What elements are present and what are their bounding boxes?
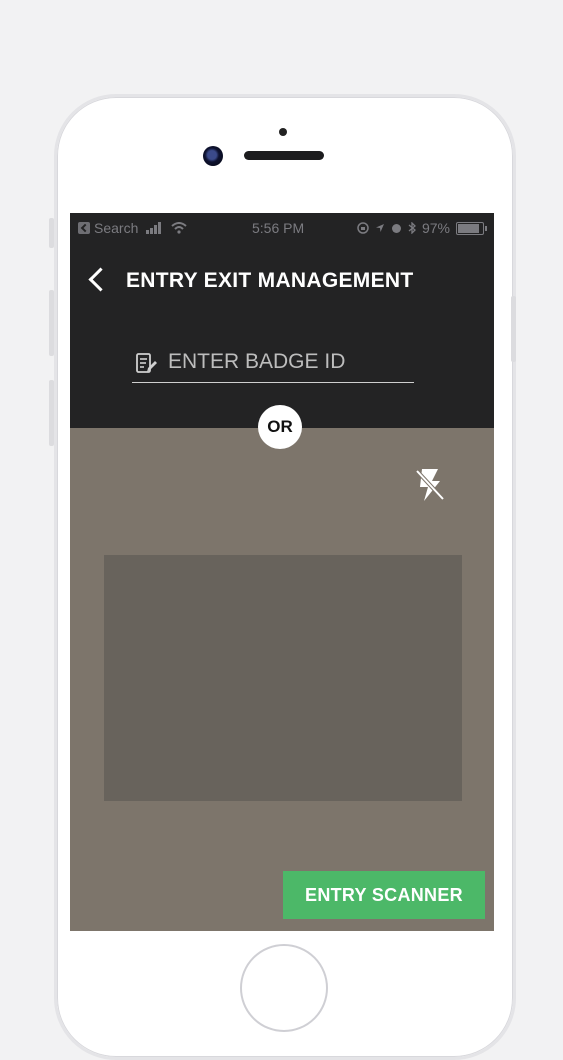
status-time: 5:56 PM bbox=[252, 220, 305, 236]
edit-note-icon bbox=[136, 353, 157, 373]
flash-off-icon[interactable] bbox=[414, 467, 446, 503]
nav-bar: ENTRY EXIT MANAGEMENT bbox=[70, 261, 494, 303]
home-button[interactable] bbox=[240, 944, 328, 1032]
battery-percent: 97% bbox=[421, 220, 450, 236]
scan-viewfinder bbox=[104, 555, 462, 801]
location-icon bbox=[375, 224, 384, 232]
status-bar: Search 5:56 PM 97% bbox=[70, 213, 494, 243]
screen-lock-icon bbox=[357, 222, 369, 234]
chevron-left-icon[interactable] bbox=[88, 267, 113, 292]
header-panel: Search 5:56 PM 97% ENTRY EXIT MANAGEMENT… bbox=[70, 213, 494, 428]
badge-id-input[interactable] bbox=[168, 346, 408, 378]
badge-id-field[interactable] bbox=[132, 346, 414, 383]
front-camera bbox=[203, 146, 223, 166]
side-button bbox=[49, 218, 54, 248]
page-title: ENTRY EXIT MANAGEMENT bbox=[126, 269, 414, 292]
alarm-icon bbox=[391, 223, 401, 233]
battery-icon bbox=[456, 221, 487, 235]
proximity-sensor bbox=[279, 128, 287, 136]
app-screen: Search 5:56 PM 97% ENTRY EXIT MANAGEMENT… bbox=[70, 213, 494, 931]
earpiece-speaker bbox=[244, 151, 324, 160]
or-separator: OR bbox=[258, 405, 302, 449]
back-to-app-label[interactable]: Search bbox=[94, 213, 138, 243]
wifi-icon bbox=[171, 222, 188, 234]
back-to-app-icon[interactable] bbox=[78, 222, 90, 234]
volume-up-button bbox=[49, 290, 54, 356]
power-button bbox=[511, 296, 516, 362]
volume-down-button bbox=[49, 380, 54, 446]
cellular-signal-icon bbox=[146, 222, 162, 234]
bluetooth-icon bbox=[408, 222, 416, 234]
entry-scanner-button[interactable]: ENTRY SCANNER bbox=[283, 871, 485, 919]
